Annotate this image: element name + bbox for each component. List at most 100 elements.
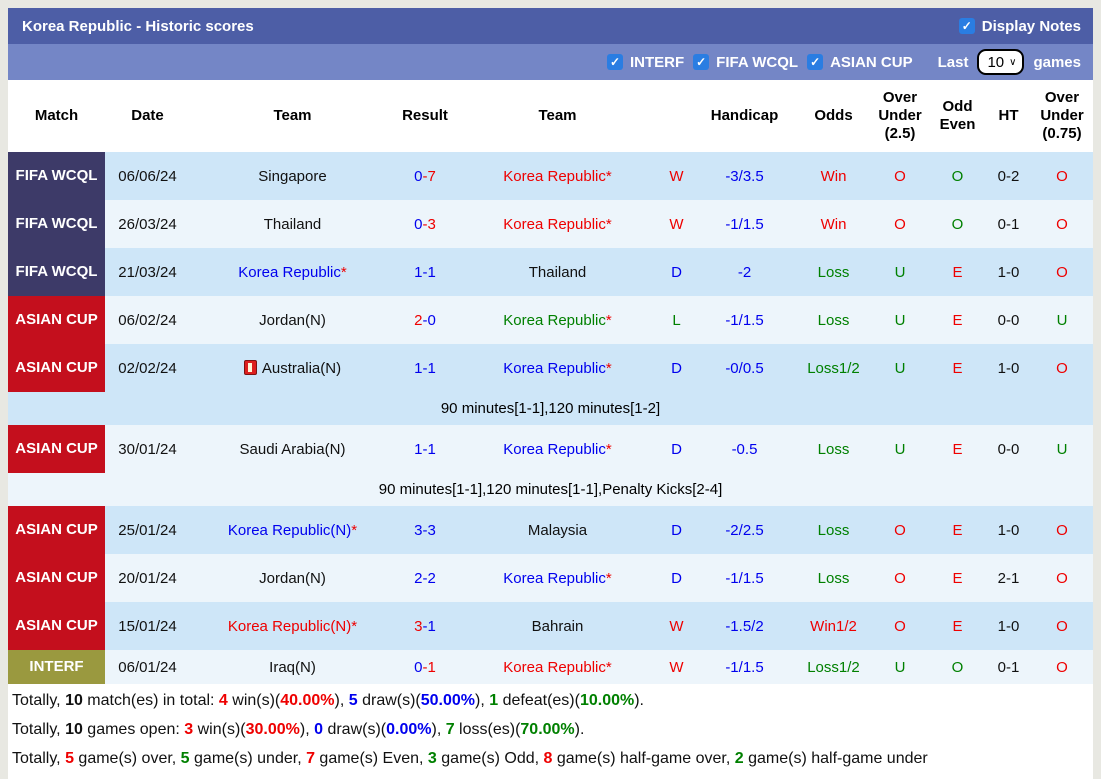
table-row: ASIAN CUP 25/01/24 Korea Republic(N)* 3-…: [8, 506, 1093, 554]
match-date: 20/01/24: [105, 554, 190, 602]
asian-cup-checkbox[interactable]: ✓: [807, 54, 824, 70]
match-note-row: 90 minutes[1-1],120 minutes[1-1],Penalty…: [8, 473, 1093, 506]
match-result: 2-2: [395, 554, 455, 602]
over-under-075-value: O: [1031, 248, 1093, 296]
home-team: Korea Republic*: [190, 248, 395, 296]
match-result: 1-1: [395, 425, 455, 473]
summary-line: Totally, 10 match(es) in total: 4 win(s)…: [12, 692, 644, 709]
col-odds: Odds: [796, 80, 871, 152]
scores-panel: Korea Republic - Historic scores ✓ Displ…: [8, 8, 1093, 684]
over-under-25-value: O: [871, 152, 929, 200]
competition-badge: ASIAN CUP: [8, 296, 105, 344]
wdl-indicator: D: [660, 506, 693, 554]
check-icon: ✓: [961, 19, 972, 33]
handicap-value: -1/1.5: [693, 296, 796, 344]
games-label: games: [1033, 53, 1081, 71]
away-team: Malaysia: [455, 506, 660, 554]
odds-result: Loss: [796, 425, 871, 473]
check-icon: ✓: [609, 55, 621, 69]
match-result: 3-1: [395, 602, 455, 650]
home-team: Singapore: [190, 152, 395, 200]
display-notes-label: Display Notes: [981, 17, 1081, 35]
home-team: Iraq(N): [190, 650, 395, 684]
odd-even-value: O: [929, 200, 986, 248]
over-under-25-value: O: [871, 506, 929, 554]
col-away-team: Team: [455, 80, 660, 152]
col-odd-even: Odd Even: [929, 80, 986, 152]
summary-footer: Totally, 10 match(es) in total: 4 win(s)…: [8, 684, 1093, 779]
over-under-25-value: O: [871, 554, 929, 602]
filter-fifa-wcql[interactable]: ✓ FIFA WCQL: [693, 54, 798, 71]
col-date: Date: [105, 80, 190, 152]
over-under-25-value: U: [871, 650, 929, 684]
over-under-075-value: O: [1031, 200, 1093, 248]
odds-result: Win1/2: [796, 602, 871, 650]
wdl-indicator: D: [660, 344, 693, 392]
display-notes-toggle[interactable]: ✓ Display Notes: [958, 17, 1081, 35]
odd-even-value: E: [929, 602, 986, 650]
summary-line: Totally, 5 game(s) over, 5 game(s) under…: [12, 750, 928, 767]
handicap-value: -3/3.5: [693, 152, 796, 200]
odd-even-value: E: [929, 554, 986, 602]
home-team: Saudi Arabia(N): [190, 425, 395, 473]
handicap-value: -1/1.5: [693, 200, 796, 248]
display-notes-checkbox[interactable]: ✓: [958, 18, 975, 34]
competition-badge: FIFA WCQL: [8, 248, 105, 296]
over-under-25-value: U: [871, 425, 929, 473]
halftime-score: 1-0: [986, 602, 1031, 650]
halftime-score: 0-1: [986, 200, 1031, 248]
home-team: Thailand: [190, 200, 395, 248]
table-row: FIFA WCQL 21/03/24 Korea Republic* 1-1 T…: [8, 248, 1093, 296]
competition-badge: ASIAN CUP: [8, 506, 105, 554]
filter-interf[interactable]: ✓ INTERF: [606, 54, 684, 71]
match-date: 06/01/24: [105, 650, 190, 684]
col-result: Result: [395, 80, 455, 152]
halftime-score: 2-1: [986, 554, 1031, 602]
col-ht: HT: [986, 80, 1031, 152]
wdl-indicator: L: [660, 296, 693, 344]
odd-even-value: O: [929, 152, 986, 200]
odds-result: Win: [796, 200, 871, 248]
odds-result: Win: [796, 152, 871, 200]
table-header: Match Date Team Result Team Handicap Odd…: [8, 80, 1093, 152]
handicap-value: -2: [693, 248, 796, 296]
col-over-under-075: Over Under (0.75): [1031, 80, 1093, 152]
filter-asian-cup[interactable]: ✓ ASIAN CUP: [807, 54, 913, 71]
table-row: FIFA WCQL 26/03/24 Thailand 0-3 Korea Re…: [8, 200, 1093, 248]
over-under-25-value: O: [871, 602, 929, 650]
match-date: 06/06/24: [105, 152, 190, 200]
odd-even-value: E: [929, 506, 986, 554]
odd-even-value: E: [929, 425, 986, 473]
wdl-indicator: W: [660, 200, 693, 248]
over-under-075-value: O: [1031, 506, 1093, 554]
competition-badge: FIFA WCQL: [8, 200, 105, 248]
table-row: ASIAN CUP 20/01/24 Jordan(N) 2-2 Korea R…: [8, 554, 1093, 602]
table-row: ASIAN CUP 15/01/24 Korea Republic(N)* 3-…: [8, 602, 1093, 650]
over-under-25-value: U: [871, 296, 929, 344]
home-team: Korea Republic(N)*: [190, 602, 395, 650]
interf-checkbox[interactable]: ✓: [606, 54, 623, 70]
match-date: 15/01/24: [105, 602, 190, 650]
fifa-wcql-checkbox[interactable]: ✓: [693, 54, 710, 70]
home-team: Korea Republic(N)*: [190, 506, 395, 554]
match-result: 2-0: [395, 296, 455, 344]
handicap-value: -1.5/2: [693, 602, 796, 650]
table-row: ASIAN CUP 06/02/24 Jordan(N) 2-0 Korea R…: [8, 296, 1093, 344]
match-result: 0-7: [395, 152, 455, 200]
match-date: 21/03/24: [105, 248, 190, 296]
wdl-indicator: D: [660, 425, 693, 473]
competition-badge: ASIAN CUP: [8, 344, 105, 392]
over-under-075-value: U: [1031, 425, 1093, 473]
handicap-value: -2/2.5: [693, 506, 796, 554]
match-result: 1-1: [395, 248, 455, 296]
away-team: Korea Republic*: [455, 554, 660, 602]
wdl-indicator: W: [660, 152, 693, 200]
home-team: Jordan(N): [190, 296, 395, 344]
chevron-down-icon: ∨: [1009, 56, 1017, 68]
page-title: Korea Republic - Historic scores: [22, 17, 254, 35]
filter-bar: ✓ INTERF ✓ FIFA WCQL ✓ ASIAN CUP Last 10…: [8, 44, 1093, 80]
competition-badge: ASIAN CUP: [8, 602, 105, 650]
matches-table: Match Date Team Result Team Handicap Odd…: [8, 80, 1093, 684]
last-label: Last: [937, 53, 969, 71]
last-games-select[interactable]: 10 ∨: [977, 49, 1025, 75]
